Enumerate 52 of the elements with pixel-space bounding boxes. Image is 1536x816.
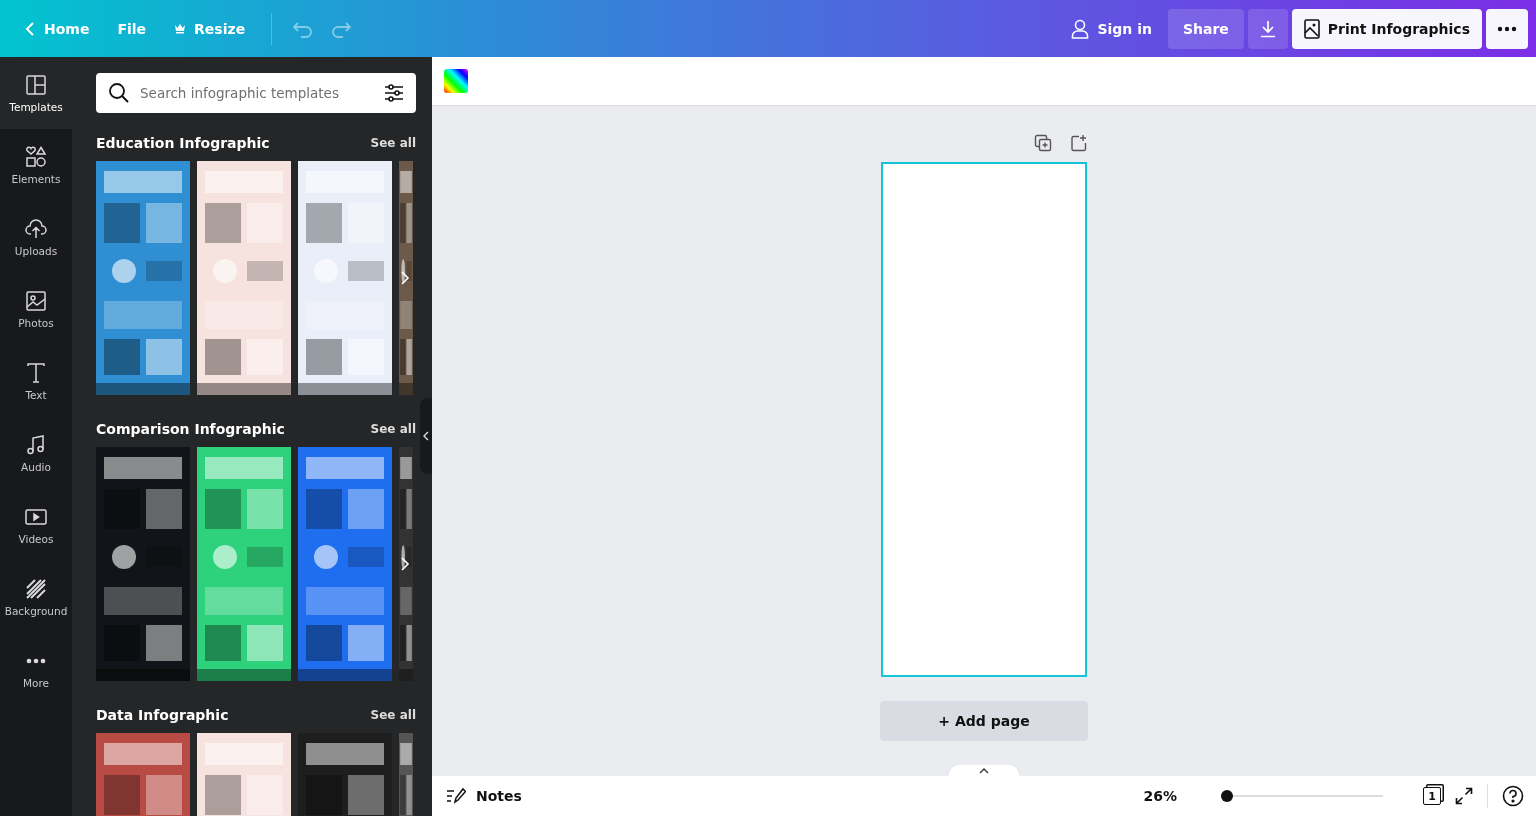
sidebar-tab[interactable]: Photos xyxy=(0,273,72,345)
sidebar-tab[interactable]: Templates xyxy=(0,57,72,129)
stripes-icon xyxy=(24,577,48,601)
section-title: Comparison Infographic xyxy=(96,421,285,437)
see-all-link[interactable]: See all xyxy=(370,136,416,150)
chevron-right-icon xyxy=(400,270,410,286)
upload-icon xyxy=(24,217,48,241)
search-icon xyxy=(108,82,130,104)
see-all-link[interactable]: See all xyxy=(370,422,416,436)
back-chevron-icon xyxy=(24,20,36,37)
sidebar-tab[interactable]: Background xyxy=(0,561,72,633)
add-page-icon[interactable] xyxy=(1070,134,1088,152)
dots-icon xyxy=(24,658,48,664)
letter-t-icon xyxy=(24,361,48,385)
page-count-button[interactable]: 1 xyxy=(1423,787,1441,805)
crown-icon xyxy=(174,23,187,34)
notes-icon xyxy=(446,787,466,805)
add-page-button[interactable]: + Add page xyxy=(880,701,1088,741)
notes-button[interactable]: Notes xyxy=(446,787,522,805)
sidebar-tab[interactable]: More xyxy=(0,633,72,705)
share-button[interactable]: Share xyxy=(1167,8,1244,49)
sidebar-tab[interactable]: Text xyxy=(0,345,72,417)
sidebar-tab[interactable]: Elements xyxy=(0,129,72,201)
zoom-percentage: 26% xyxy=(1143,788,1177,804)
sidebar-tab[interactable]: Audio xyxy=(0,417,72,489)
sign-in-button[interactable]: Sign in xyxy=(1059,8,1164,49)
more-options-button[interactable] xyxy=(1486,8,1528,49)
help-icon[interactable] xyxy=(1502,785,1524,807)
section-title: Education Infographic xyxy=(96,135,270,151)
download-icon xyxy=(1258,19,1277,38)
duplicate-page-icon[interactable] xyxy=(1034,134,1052,152)
filter-icon[interactable] xyxy=(384,83,404,103)
layout-icon xyxy=(24,73,48,97)
sidebar-tab[interactable]: Uploads xyxy=(0,201,72,273)
image-icon xyxy=(24,289,48,313)
collapse-panel-handle[interactable] xyxy=(420,398,432,474)
chevron-left-icon xyxy=(423,431,429,441)
download-button[interactable] xyxy=(1247,8,1288,49)
search-field[interactable]: Search infographic templates xyxy=(96,73,416,113)
chevron-right-icon xyxy=(400,556,410,572)
more-icon xyxy=(1497,25,1517,32)
print-infographics-button[interactable]: Print Infographics xyxy=(1291,8,1482,49)
sidebar-tab[interactable]: Videos xyxy=(0,489,72,561)
user-icon xyxy=(1071,18,1090,39)
section-title: Data Infographic xyxy=(96,707,229,723)
show-pages-tab[interactable] xyxy=(949,765,1019,776)
fullscreen-icon[interactable] xyxy=(1455,787,1473,805)
chevron-up-icon xyxy=(979,767,989,774)
shapes-icon xyxy=(24,145,48,169)
color-picker-button[interactable] xyxy=(444,69,468,93)
see-all-link[interactable]: See all xyxy=(370,708,416,722)
image-icon xyxy=(1303,18,1320,39)
